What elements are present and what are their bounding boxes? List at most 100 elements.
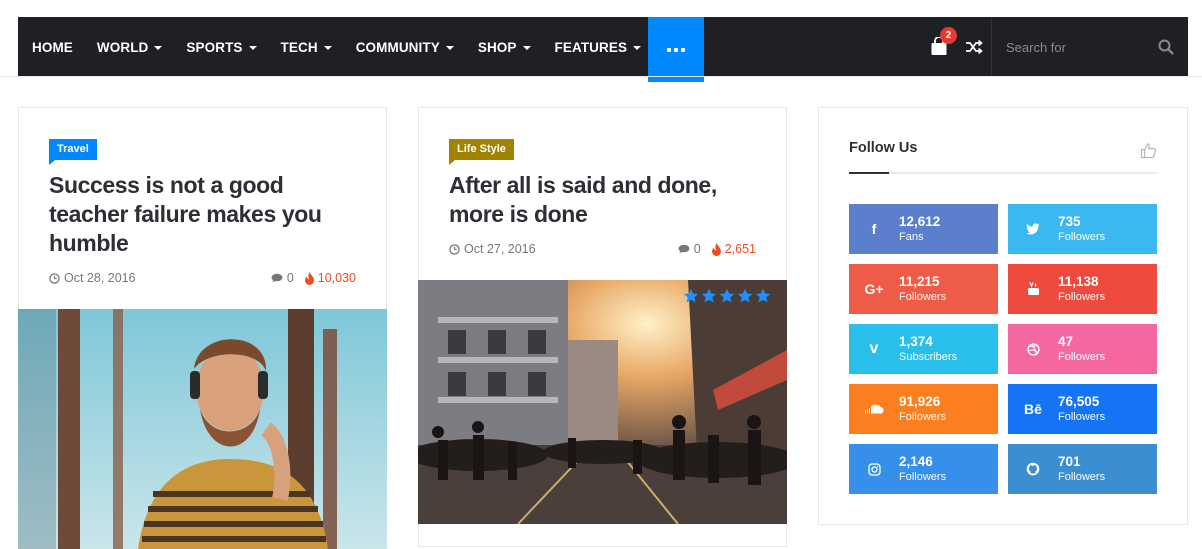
chevron-down-icon	[633, 45, 642, 50]
social-label: Followers	[1058, 411, 1106, 423]
social-soundcloud[interactable]: 91,926 Followers	[849, 384, 998, 434]
category-badge[interactable]: Travel	[49, 139, 97, 166]
social-google-plus[interactable]: G+ 11,215 Followers	[849, 264, 998, 314]
behance-icon: Bē	[1024, 401, 1042, 417]
views-count: 10,030	[304, 271, 356, 285]
post-date: Oct 28, 2016	[49, 271, 136, 285]
social-count: 11,138	[1058, 274, 1099, 289]
social-label: Subscribers	[899, 351, 958, 363]
comment-count[interactable]: 0	[287, 271, 294, 285]
cart-count-badge: 2	[940, 27, 957, 44]
nav-features[interactable]: FEATURES	[543, 17, 654, 77]
nav-shop[interactable]: SHOP	[466, 17, 543, 77]
social-count: 12,612	[899, 214, 941, 229]
views-number: 2,651	[724, 242, 756, 256]
top-strip	[0, 0, 1202, 17]
chevron-down-icon	[522, 45, 531, 50]
nav-features-label: FEATURES	[554, 39, 628, 55]
chevron-down-icon	[445, 45, 454, 50]
post-card: Life Style After all is said and done, m…	[418, 107, 787, 547]
ellipsis-dot	[681, 47, 685, 52]
star-icon	[701, 288, 717, 303]
nav-shop-label: SHOP	[477, 39, 517, 55]
widget-title: Follow Us	[849, 140, 918, 156]
social-label: Followers	[899, 411, 947, 423]
nav-community-label: COMMUNITY	[355, 39, 440, 55]
nav-home-label: HOME	[32, 39, 73, 55]
post-title[interactable]: After all is said and done, more is done	[449, 171, 759, 229]
post-title[interactable]: Success is not a good teacher failure ma…	[49, 171, 359, 258]
category-badge[interactable]: Life Style	[449, 139, 514, 166]
nav-community[interactable]: COMMUNITY	[344, 17, 466, 77]
follow-us-widget: Follow Us f 12,612 Fans 735 Followers G+ 1…	[818, 107, 1188, 525]
social-github[interactable]: 701 Followers	[1008, 444, 1157, 494]
main-navigation: HOME WORLD SPORTS TECH COMMUNITY SHOP FE…	[18, 17, 1188, 82]
social-label: Followers	[1058, 291, 1106, 303]
clock-icon	[49, 272, 60, 284]
views-count: 2,651	[711, 242, 756, 256]
soundcloud-icon	[849, 404, 899, 414]
search-box	[991, 17, 1188, 77]
post-stats: 0 10,030	[270, 271, 356, 285]
social-youtube[interactable]: 11,138 Followers	[1008, 264, 1157, 314]
post-date-text: Oct 28, 2016	[64, 271, 136, 285]
social-behance[interactable]: Bē 76,505 Followers	[1008, 384, 1157, 434]
google-plus-icon: G+	[864, 281, 884, 297]
post-stats: 0 2,651	[677, 242, 756, 256]
vimeo-icon: v	[869, 340, 879, 357]
widget-divider-accent	[849, 172, 889, 174]
chevron-down-icon	[154, 45, 163, 50]
social-count: 76,505	[1058, 394, 1100, 409]
social-dribbble[interactable]: 47 Followers	[1008, 324, 1157, 374]
star-icon	[755, 288, 771, 303]
social-count: 2,146	[899, 454, 933, 469]
social-vimeo[interactable]: v 1,374 Subscribers	[849, 324, 998, 374]
shuffle-icon[interactable]	[965, 38, 983, 56]
youtube-icon	[1008, 282, 1058, 296]
comment-count[interactable]: 0	[694, 242, 701, 256]
social-twitter[interactable]: 735 Followers	[1008, 204, 1157, 254]
widget-divider	[849, 172, 1157, 174]
post-meta: Oct 28, 2016 0 10,030	[49, 271, 356, 285]
nav-world[interactable]: WORLD	[85, 17, 175, 77]
social-count: 11,215	[899, 274, 940, 289]
social-label: Followers	[899, 291, 947, 303]
ellipsis-dot	[674, 47, 678, 52]
star-icon	[683, 288, 699, 303]
social-facebook[interactable]: f 12,612 Fans	[849, 204, 998, 254]
more-menu-button[interactable]	[648, 17, 704, 82]
post-thumbnail-image[interactable]	[18, 309, 387, 549]
post-thumbnail-image[interactable]	[418, 280, 787, 524]
star-icon	[719, 288, 735, 303]
comments-icon	[678, 244, 690, 253]
social-count: 47	[1058, 334, 1074, 349]
nav-sports[interactable]: SPORTS	[174, 17, 268, 77]
nav-world-label: WORLD	[96, 39, 149, 55]
nav-tech[interactable]: TECH	[269, 17, 344, 77]
rating-stars	[683, 288, 771, 304]
facebook-icon: f	[871, 221, 877, 237]
twitter-icon	[1008, 223, 1058, 235]
dribbble-icon	[1008, 342, 1058, 356]
social-count: 1,374	[899, 334, 933, 349]
clock-icon	[449, 243, 460, 255]
nav-home[interactable]: HOME	[18, 17, 85, 77]
social-count: 701	[1058, 454, 1081, 469]
star-icon	[737, 288, 753, 303]
search-icon[interactable]	[1158, 39, 1174, 55]
nav-tech-label: TECH	[280, 39, 318, 55]
social-label: Followers	[1058, 231, 1106, 243]
social-count: 91,926	[899, 394, 941, 409]
post-meta: Oct 27, 2016 0 2,651	[449, 242, 756, 256]
post-card: Travel Success is not a good teacher fai…	[18, 107, 387, 549]
fire-icon	[304, 271, 314, 285]
chevron-down-icon	[248, 45, 257, 50]
social-instagram[interactable]: 2,146 Followers	[849, 444, 998, 494]
social-label: Followers	[1058, 351, 1106, 363]
search-input[interactable]	[1006, 39, 1156, 55]
social-count: 735	[1058, 214, 1081, 229]
chevron-down-icon	[323, 45, 332, 50]
nav-sports-label: SPORTS	[186, 39, 243, 55]
social-label: Followers	[1058, 471, 1106, 483]
instagram-icon	[849, 462, 899, 476]
